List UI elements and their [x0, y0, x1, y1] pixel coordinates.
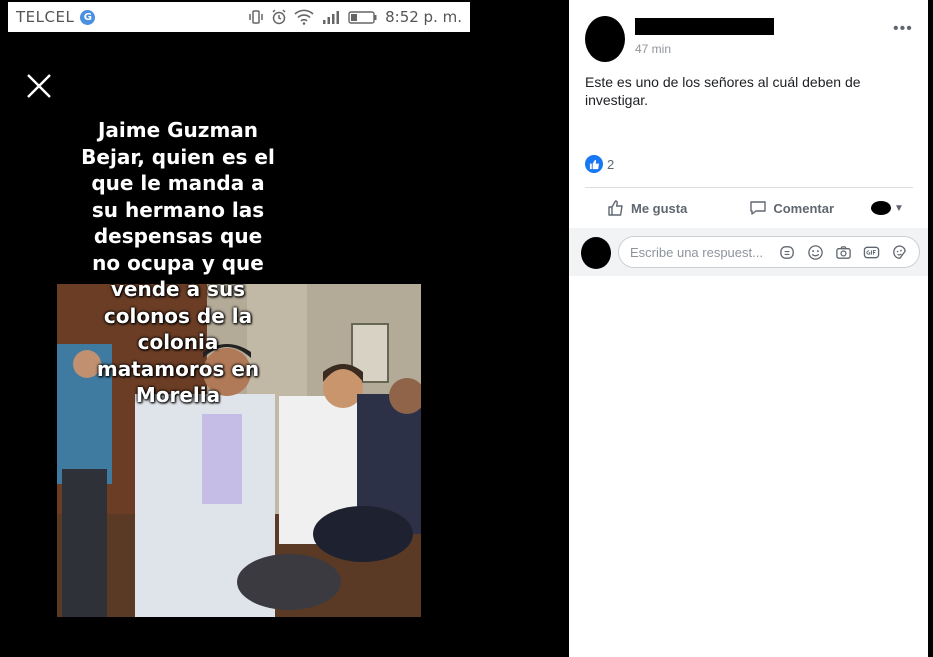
comment-input[interactable]: Escribe una respuest...: [618, 236, 920, 268]
post-timestamp[interactable]: 47 min: [635, 42, 671, 56]
author-name-redacted[interactable]: [635, 18, 774, 35]
reaction-summary[interactable]: 2: [585, 155, 614, 173]
post-panel: 47 min ••• Este es uno de los señores al…: [569, 0, 928, 657]
camera-icon[interactable]: [834, 243, 853, 262]
wifi-icon: [294, 9, 314, 25]
emoji-icon[interactable]: [806, 243, 825, 262]
google-icon: G: [80, 9, 96, 25]
avatar-sticker-icon[interactable]: [778, 243, 797, 262]
viewer-avatar: [581, 237, 611, 269]
thumbs-up-icon: [608, 200, 623, 216]
window-edge: [928, 0, 933, 657]
alarm-icon: [272, 9, 286, 25]
speech-bubble-icon: [750, 201, 767, 215]
gif-icon[interactable]: [862, 243, 881, 262]
comment-placeholder: Escribe una respuest...: [630, 245, 763, 260]
photo-viewer: TELCEL G 8:52 p. m. Jaime Guzman Bejar, …: [0, 0, 569, 657]
vibrate-icon: [249, 10, 263, 24]
profile-avatar-redacted: [871, 201, 892, 215]
reaction-count: 2: [607, 156, 615, 172]
more-options-icon[interactable]: •••: [893, 20, 913, 38]
comment-composer: Escribe una respuest...: [569, 228, 928, 276]
close-icon[interactable]: [26, 73, 52, 99]
comment-button[interactable]: Comentar: [749, 199, 834, 217]
clock-time: 8:52 p. m.: [385, 8, 462, 26]
signal-icon: [323, 11, 340, 24]
author-avatar[interactable]: [585, 16, 625, 62]
post-actions: Me gusta Comentar ▼: [585, 193, 913, 223]
caret-down-icon: ▼: [894, 202, 904, 214]
post-text: Este es uno de los señores al cuál deben…: [585, 74, 861, 108]
carrier-name: TELCEL: [16, 8, 75, 26]
phone-status-bar: TELCEL G 8:52 p. m.: [8, 2, 470, 32]
sticker-icon[interactable]: [890, 243, 909, 262]
battery-icon: [348, 11, 377, 24]
meme-caption: Jaime Guzman Bejar, quien es el que le m…: [81, 118, 275, 407]
comment-label: Comentar: [773, 200, 835, 216]
reaction-as-selector[interactable]: ▼: [871, 201, 904, 215]
divider: [585, 187, 913, 188]
like-reaction-icon: [585, 155, 603, 173]
like-label: Me gusta: [631, 200, 688, 216]
like-button[interactable]: Me gusta: [607, 199, 687, 217]
